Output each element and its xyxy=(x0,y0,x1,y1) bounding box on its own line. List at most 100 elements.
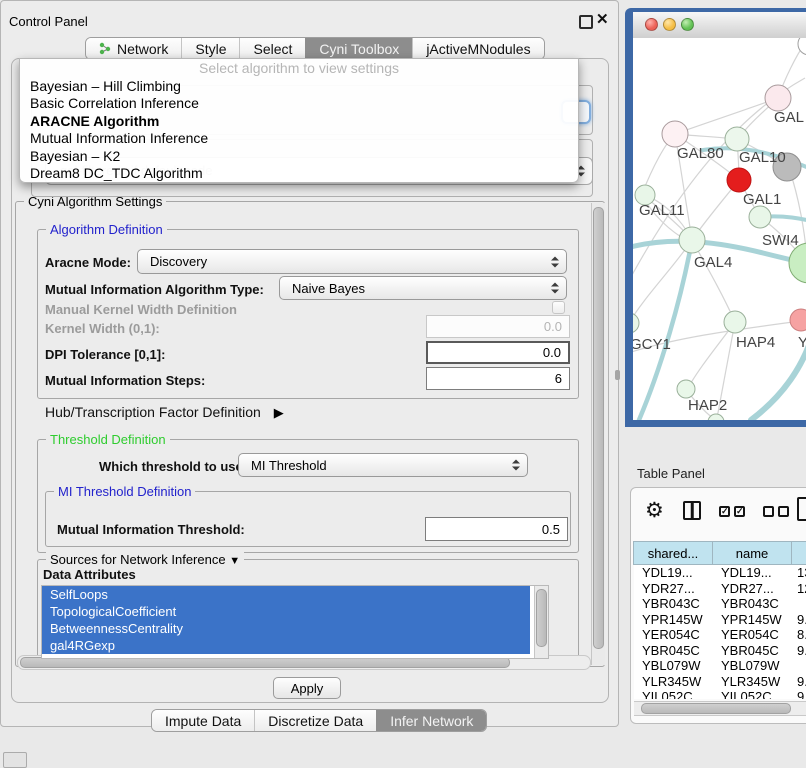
table-row[interactable]: YPR145W YPR145W 9. xyxy=(634,612,806,628)
algorithm-option-aracne[interactable]: ARACNE Algorithm xyxy=(20,113,578,130)
minimize-traffic-light-icon[interactable] xyxy=(663,18,676,31)
table-row[interactable]: YBR045C YBR045C 9. xyxy=(634,643,806,659)
float-window-icon[interactable] xyxy=(579,15,593,29)
node-gal-partial[interactable] xyxy=(765,85,791,111)
algorithm-option-bayesian-k2[interactable]: Bayesian – K2 xyxy=(20,148,578,165)
close-icon[interactable]: ✕ xyxy=(596,10,609,28)
mi-algorithm-type-value: Naive Bayes xyxy=(292,277,365,299)
partial-widget[interactable] xyxy=(3,752,27,768)
zoom-traffic-light-icon[interactable] xyxy=(681,18,694,31)
panel-divider-handle[interactable] xyxy=(615,370,620,380)
document-icon[interactable] xyxy=(797,497,806,521)
list-scrollbar-track[interactable] xyxy=(534,586,548,658)
algorithm-dropdown-popup: Select algorithm to view settings Bayesi… xyxy=(19,58,579,183)
column-header-partial[interactable] xyxy=(791,541,806,565)
bottom-tabbar: Impute Data Discretize Data Infer Networ… xyxy=(151,709,487,732)
mi-algorithm-type-label: Mutual Information Algorithm Type: xyxy=(45,282,264,297)
network-view-window[interactable]: GAL GAL80 GAL10 GAL1 GAL11 SWI4 GAL4 GCY… xyxy=(625,8,806,427)
table-row[interactable]: YDR27... YDR27... 12 xyxy=(634,581,806,597)
tab-network[interactable]: Network xyxy=(86,38,181,59)
algorithm-option-basic-correlation[interactable]: Basic Correlation Inference xyxy=(20,95,578,112)
tab-impute-data[interactable]: Impute Data xyxy=(152,710,254,731)
which-threshold-combobox[interactable]: MI Threshold xyxy=(238,453,528,477)
control-panel-window: Control Panel ✕ Network Style Select Cyn… xyxy=(0,0,619,727)
mi-threshold-field[interactable]: 0.5 xyxy=(425,517,568,541)
aracne-mode-value: Discovery xyxy=(150,250,207,273)
node-label: GAL11 xyxy=(639,202,685,219)
unchecked-checkbox-icon[interactable] xyxy=(763,506,774,517)
node-label: GAL10 xyxy=(739,149,786,166)
tab-style[interactable]: Style xyxy=(181,38,239,59)
table-row[interactable]: YIL052C YIL052C 9. xyxy=(634,689,806,699)
tab-jactivemnodules[interactable]: jActiveMNodules xyxy=(412,38,543,59)
settings-scrollbar-track[interactable] xyxy=(591,203,605,665)
network-graph: GAL GAL80 GAL10 GAL1 GAL11 SWI4 GAL4 GCY… xyxy=(633,38,806,420)
node-label: GCY1 xyxy=(633,336,671,353)
list-item-topologicalcoefficient[interactable]: TopologicalCoefficient xyxy=(42,603,530,620)
network-canvas[interactable]: GAL GAL80 GAL10 GAL1 GAL11 SWI4 GAL4 GCY… xyxy=(633,38,806,420)
table-header-row: shared... name xyxy=(634,541,806,565)
list-scrollbar-thumb[interactable] xyxy=(536,589,547,647)
tab-discretize-data[interactable]: Discretize Data xyxy=(254,710,376,731)
mi-algorithm-type-combobox[interactable]: Naive Bayes xyxy=(279,276,567,300)
list-item-selfloops[interactable]: SelfLoops xyxy=(42,586,530,603)
settings-scrollbar-thumb[interactable] xyxy=(593,207,604,649)
network-window-titlebar[interactable] xyxy=(633,12,806,39)
dpi-tolerance-label: DPI Tolerance [0,1]: xyxy=(45,347,165,362)
combo-arrows-icon xyxy=(551,256,559,267)
gear-icon[interactable]: ⚙︎ xyxy=(645,498,664,523)
table-body[interactable]: YDL19... YDL19... 13 YDR27... YDR27... 1… xyxy=(634,565,806,699)
table-row[interactable]: YER054C YER054C 8. xyxy=(634,627,806,643)
node-salmon[interactable] xyxy=(790,309,806,331)
column-header-shared-name[interactable]: shared... xyxy=(633,541,713,565)
columns-icon[interactable] xyxy=(683,501,701,520)
node-hap4[interactable] xyxy=(724,311,746,333)
dpi-tolerance-field[interactable]: 0.0 xyxy=(426,341,570,364)
tab-select[interactable]: Select xyxy=(239,38,305,59)
kernel-width-field[interactable]: 0.0 xyxy=(426,315,570,338)
algorithm-dropdown-placeholder: Select algorithm to view settings xyxy=(20,59,578,78)
node-label: HAP2 xyxy=(688,397,727,414)
aracne-mode-combobox[interactable]: Discovery xyxy=(137,249,567,274)
algorithm-option-bayesian-hill-climbing[interactable]: Bayesian – Hill Climbing xyxy=(20,78,578,95)
data-attributes-list[interactable]: SelfLoops TopologicalCoefficient Between… xyxy=(41,585,549,659)
table-panel: ⚙︎ ✓ ✓ shared... name YDL19... YDL19... … xyxy=(630,487,806,724)
manual-kernel-width-checkbox[interactable] xyxy=(552,301,565,314)
table-row[interactable]: YLR345W YLR345W 9. xyxy=(634,674,806,690)
node-gal1[interactable] xyxy=(749,206,771,228)
tab-infer-network[interactable]: Infer Network xyxy=(376,710,486,731)
algorithm-option-mutual-information[interactable]: Mutual Information Inference xyxy=(20,130,578,147)
node-gal10[interactable] xyxy=(725,127,749,151)
checked-checkbox-icon[interactable]: ✓ xyxy=(734,506,745,517)
list-item-betweennesscentrality[interactable]: BetweennessCentrality xyxy=(42,620,530,637)
control-panel-tabbar: Network Style Select Cyni Toolbox jActiv… xyxy=(85,37,545,60)
node-partial-bottom[interactable] xyxy=(708,414,724,420)
table-row[interactable]: YBL079W YBL079W xyxy=(634,658,806,674)
which-threshold-label: Which threshold to use: xyxy=(99,459,247,474)
data-attributes-label: Data Attributes xyxy=(43,567,136,582)
algorithm-option-dream8[interactable]: Dream8 DC_TDC Algorithm xyxy=(20,165,578,182)
close-traffic-light-icon[interactable] xyxy=(645,18,658,31)
list-item-gal4rgexp[interactable]: gal4RGexp xyxy=(42,637,530,654)
checked-checkbox-icon[interactable]: ✓ xyxy=(719,506,730,517)
which-threshold-value: MI Threshold xyxy=(251,454,327,476)
tab-cyni-toolbox[interactable]: Cyni Toolbox xyxy=(305,38,412,59)
node-gal80[interactable] xyxy=(662,121,688,147)
node-swi4[interactable] xyxy=(789,243,806,283)
node-gal4[interactable] xyxy=(679,227,705,253)
hub-definition-expander[interactable]: Hub/Transcription Factor Definition ▶ xyxy=(45,404,284,421)
unchecked-checkbox-icon[interactable] xyxy=(778,506,789,517)
table-hscrollbar-thumb[interactable] xyxy=(641,703,791,714)
mi-steps-field[interactable]: 6 xyxy=(426,367,570,390)
node-gcy1[interactable] xyxy=(633,313,639,333)
table-row[interactable]: YBR043C YBR043C xyxy=(634,596,806,612)
table-hscrollbar-track[interactable] xyxy=(634,701,806,716)
table-row[interactable]: YDL19... YDL19... 13 xyxy=(634,565,806,581)
node-label: Y xyxy=(798,334,806,351)
sources-group-title[interactable]: Sources for Network Inference ▼ xyxy=(46,552,244,567)
node-hap2[interactable] xyxy=(677,380,695,398)
apply-button[interactable]: Apply xyxy=(273,677,341,699)
control-panel-title: Control Panel xyxy=(9,14,88,29)
column-header-name[interactable]: name xyxy=(712,541,792,565)
node-red-gal1[interactable] xyxy=(727,168,751,192)
